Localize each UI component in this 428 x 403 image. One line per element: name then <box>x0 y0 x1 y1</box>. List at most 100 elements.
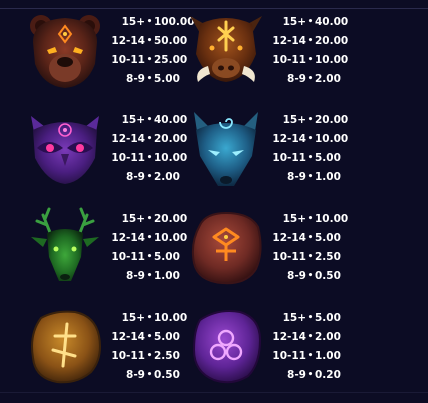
pay-row: 10-11 • 10.00 <box>272 50 368 69</box>
separator: • <box>307 16 314 27</box>
separator: • <box>307 369 314 380</box>
stag-icon <box>31 207 99 281</box>
pay-value: 2.00 <box>315 330 341 343</box>
pay-value: 0.20 <box>315 368 341 381</box>
count-label: 12-14 <box>272 330 306 343</box>
separator: • <box>146 232 153 243</box>
pay-row: 15+ • 5.00 <box>272 308 368 327</box>
count-label: 8-9 <box>287 269 306 282</box>
separator: • <box>146 73 153 84</box>
count-label: 10-11 <box>111 349 145 362</box>
pay-value: 5.00 <box>315 311 341 324</box>
pay-value: 10.00 <box>315 53 349 66</box>
count-label: 10-11 <box>111 250 145 263</box>
wolf-icon <box>194 112 258 186</box>
pay-row: 15+ • 10.00 <box>272 209 368 228</box>
count-label: 15+ <box>282 311 306 324</box>
count-label: 8-9 <box>126 368 145 381</box>
pay-row: 12-14 • 2.00 <box>272 327 368 346</box>
count-label: 12-14 <box>111 132 145 145</box>
count-label: 10-11 <box>272 151 306 164</box>
paytable-cell-wolf: 15+ • 20.00 12-14 • 10.00 10-11 • 5.00 8-9 • 1.0… <box>176 106 390 202</box>
count-label: 10-11 <box>272 53 306 66</box>
count-label: 15+ <box>282 212 306 225</box>
count-label: 15+ <box>121 311 145 324</box>
pay-value: 20.00 <box>315 34 349 47</box>
pay-row: 8-9 • 1.00 <box>272 167 368 186</box>
pay-value: 2.50 <box>315 250 341 263</box>
count-label: 10-11 <box>272 250 306 263</box>
pay-value: 2.00 <box>315 72 341 85</box>
count-label: 12-14 <box>111 34 145 47</box>
pay-row: 10-11 • 5.00 <box>272 148 368 167</box>
count-label: 15+ <box>121 15 145 28</box>
pay-value: 10.00 <box>315 132 349 145</box>
separator: • <box>307 251 314 262</box>
paytable-cell-purple-rune: 15+ • 5.00 12-14 • 2.00 10-11 • 1.00 8-9 • 0.20 <box>176 304 390 400</box>
separator: • <box>146 369 153 380</box>
pay-value: 0.50 <box>315 269 341 282</box>
count-label: 8-9 <box>126 72 145 85</box>
separator: • <box>307 152 314 163</box>
pay-value: 5.00 <box>315 151 341 164</box>
purple-rune-stone-icon <box>192 310 262 384</box>
separator: • <box>146 213 153 224</box>
separator: • <box>146 133 153 144</box>
pay-row: 15+ • 20.00 <box>272 110 368 129</box>
separator: • <box>146 35 153 46</box>
count-label: 15+ <box>121 113 145 126</box>
separator: • <box>146 251 153 262</box>
count-label: 12-14 <box>111 231 145 244</box>
count-label: 12-14 <box>111 330 145 343</box>
separator: • <box>307 35 314 46</box>
pay-list: 15+ • 10.00 12-14 • 5.00 10-11 • 2.50 8-9 • 0.50 <box>272 209 368 285</box>
count-label: 15+ <box>282 113 306 126</box>
bear-icon <box>30 15 100 88</box>
separator: • <box>307 232 314 243</box>
pay-row: 10-11 • 2.50 <box>272 247 368 266</box>
separator: • <box>307 171 314 182</box>
separator: • <box>146 114 153 125</box>
pay-value: 1.00 <box>315 170 341 183</box>
pay-list: 15+ • 5.00 12-14 • 2.00 10-11 • 1.00 8-9 • 0.20 <box>272 308 368 384</box>
count-label: 10-11 <box>272 349 306 362</box>
separator: • <box>307 312 314 323</box>
boar-icon <box>190 16 262 82</box>
pay-row: 8-9 • 2.00 <box>272 69 368 88</box>
count-label: 8-9 <box>287 72 306 85</box>
separator: • <box>146 152 153 163</box>
count-label: 12-14 <box>272 132 306 145</box>
separator: • <box>146 16 153 27</box>
pay-row: 8-9 • 0.50 <box>272 266 368 285</box>
count-label: 12-14 <box>272 231 306 244</box>
red-rune-stone-icon <box>191 211 262 285</box>
count-label: 15+ <box>282 15 306 28</box>
pay-value: 20.00 <box>315 113 349 126</box>
pay-row: 12-14 • 5.00 <box>272 228 368 247</box>
separator: • <box>307 331 314 342</box>
count-label: 8-9 <box>287 170 306 183</box>
separator: • <box>307 270 314 281</box>
pay-list: 15+ • 40.00 12-14 • 20.00 10-11 • 10.00 8-9 • 2.… <box>272 12 368 88</box>
count-label: 8-9 <box>287 368 306 381</box>
pay-row: 10-11 • 1.00 <box>272 346 368 365</box>
separator: • <box>146 312 153 323</box>
gold-rune-stone-icon <box>31 310 101 384</box>
owl-icon <box>31 116 99 184</box>
count-label: 15+ <box>121 212 145 225</box>
paytable-cell-boar: 15+ • 40.00 12-14 • 20.00 10-11 • 10.00 8-9 • 2.… <box>176 8 390 104</box>
separator: • <box>307 133 314 144</box>
bottom-divider <box>0 392 428 393</box>
pay-row: 12-14 • 10.00 <box>272 129 368 148</box>
separator: • <box>146 171 153 182</box>
separator: • <box>146 350 153 361</box>
paytable-cell-red-rune: 15+ • 10.00 12-14 • 5.00 10-11 • 2.50 8-9 • 0.50 <box>176 205 390 301</box>
separator: • <box>307 350 314 361</box>
pay-row: 15+ • 40.00 <box>272 12 368 31</box>
pay-list: 15+ • 20.00 12-14 • 10.00 10-11 • 5.00 8-9 • 1.0… <box>272 110 368 186</box>
count-label: 10-11 <box>111 151 145 164</box>
pay-row: 12-14 • 20.00 <box>272 31 368 50</box>
separator: • <box>307 213 314 224</box>
separator: • <box>307 114 314 125</box>
separator: • <box>146 54 153 65</box>
